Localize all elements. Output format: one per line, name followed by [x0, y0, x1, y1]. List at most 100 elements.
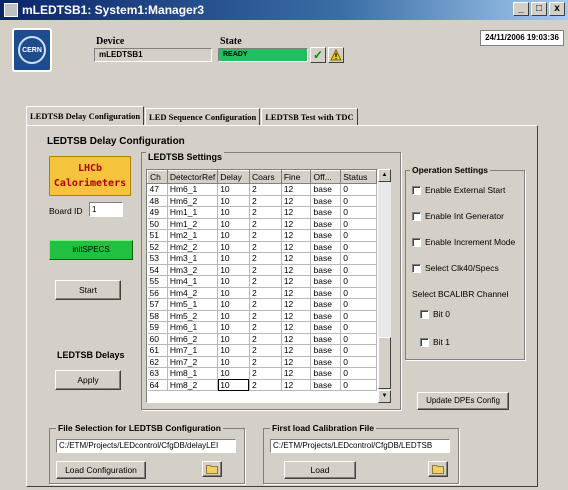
- bit-0-checkbox[interactable]: Bit 0: [420, 309, 450, 319]
- bit-1-checkbox[interactable]: Bit 1: [420, 337, 450, 347]
- cell-fine[interactable]: 12: [281, 206, 312, 219]
- cell-coars[interactable]: 2: [249, 333, 282, 345]
- cell-status[interactable]: 0: [340, 206, 377, 219]
- cell-delay[interactable]: 10: [217, 218, 250, 230]
- cell-offset[interactable]: base: [310, 367, 342, 380]
- cell-detectorref[interactable]: Hm6_2: [167, 195, 219, 207]
- cell-status[interactable]: 0: [340, 195, 377, 207]
- cell-fine[interactable]: 12: [281, 321, 312, 334]
- cell-coars[interactable]: 2: [249, 218, 282, 230]
- cell-coars[interactable]: 2: [249, 275, 282, 288]
- cell-detectorref[interactable]: Hm6_1: [167, 183, 219, 196]
- calibration-path-field[interactable]: C:/ETM/Projects/LEDcontrol/CfgDB/LEDTSB: [270, 439, 450, 453]
- cell-offset[interactable]: base: [310, 183, 342, 196]
- cell-coars[interactable]: 2: [249, 367, 282, 380]
- cell-offset[interactable]: base: [310, 298, 342, 311]
- cell-status[interactable]: 0: [340, 183, 377, 196]
- cell-ch[interactable]: 63: [147, 367, 168, 380]
- cell-detectorref[interactable]: Hm8_1: [167, 367, 219, 380]
- configuration-path-field[interactable]: C:/ETM/Projects/LEDcontrol/CfgDB/delayLE…: [56, 439, 236, 453]
- cell-detectorref[interactable]: Hm3_1: [167, 252, 219, 265]
- cell-offset[interactable]: base: [310, 218, 342, 230]
- cell-ch[interactable]: 57: [147, 298, 168, 311]
- checkbox-box[interactable]: [420, 309, 429, 319]
- cell-fine[interactable]: 12: [281, 252, 312, 265]
- table-row[interactable]: 60 Hm6_2 10 2 12 base 0: [147, 333, 377, 345]
- cell-coars[interactable]: 2: [249, 264, 282, 276]
- warning-button[interactable]: [328, 47, 344, 63]
- cell-offset[interactable]: base: [310, 356, 342, 368]
- cell-fine[interactable]: 12: [281, 298, 312, 311]
- cell-status[interactable]: 0: [340, 241, 377, 253]
- table-row[interactable]: 59 Hm6_1 10 2 12 base 0: [147, 321, 377, 334]
- enable-external-start-checkbox[interactable]: Enable External Start: [412, 185, 505, 195]
- scroll-down-button[interactable]: ▼: [378, 390, 391, 403]
- cell-fine[interactable]: 12: [281, 218, 312, 230]
- cell-detectorref[interactable]: Hm5_2: [167, 310, 219, 322]
- cell-offset[interactable]: base: [310, 241, 342, 253]
- cell-coars[interactable]: 2: [249, 241, 282, 253]
- cell-delay[interactable]: 10: [217, 344, 250, 357]
- start-button[interactable]: Start: [55, 280, 121, 300]
- cell-fine[interactable]: 12: [281, 275, 312, 288]
- cell-delay[interactable]: 10: [217, 206, 250, 219]
- cell-status[interactable]: 0: [340, 229, 377, 242]
- cell-coars[interactable]: 2: [249, 195, 282, 207]
- column-header-offset[interactable]: Off...: [310, 170, 342, 184]
- cell-coars[interactable]: 2: [249, 298, 282, 311]
- update-dpes-config-button[interactable]: Update DPEs Config: [417, 392, 509, 410]
- cell-delay[interactable]: 10: [217, 367, 250, 380]
- tab-ledtsb-delay-configuration[interactable]: LEDTSB Delay Configuration: [26, 106, 145, 126]
- cell-ch[interactable]: 51: [147, 229, 168, 242]
- tab-ledtsb-test-with-tdc[interactable]: LEDTSB Test with TDC: [261, 108, 358, 126]
- cell-coars[interactable]: 2: [249, 183, 282, 196]
- close-button[interactable]: x: [549, 2, 565, 16]
- cell-ch[interactable]: 47: [147, 183, 168, 196]
- cell-delay[interactable]: 10: [217, 356, 250, 368]
- table-row[interactable]: 51 Hm2_1 10 2 12 base 0: [147, 229, 377, 242]
- cell-fine[interactable]: 12: [281, 333, 312, 345]
- cell-fine[interactable]: 12: [281, 310, 312, 322]
- cell-offset[interactable]: base: [310, 206, 342, 219]
- cell-detectorref[interactable]: Hm7_1: [167, 344, 219, 357]
- cell-delay[interactable]: 10: [217, 275, 250, 288]
- cell-coars[interactable]: 2: [249, 310, 282, 322]
- cell-delay[interactable]: 10: [217, 321, 250, 334]
- cell-detectorref[interactable]: Hm2_1: [167, 229, 219, 242]
- maximize-button[interactable]: □: [531, 2, 547, 16]
- minimize-button[interactable]: _: [513, 2, 529, 16]
- cell-fine[interactable]: 12: [281, 229, 312, 242]
- table-row[interactable]: 55 Hm4_1 10 2 12 base 0: [147, 275, 377, 288]
- cell-delay[interactable]: 10: [217, 333, 250, 345]
- cell-fine[interactable]: 12: [281, 264, 312, 276]
- table-row[interactable]: 53 Hm3_1 10 2 12 base 0: [147, 252, 377, 265]
- cell-delay[interactable]: 10: [217, 252, 250, 265]
- cell-ch[interactable]: 55: [147, 275, 168, 288]
- cell-detectorref[interactable]: Hm1_2: [167, 218, 219, 230]
- checkbox-box[interactable]: [420, 337, 429, 347]
- cell-offset[interactable]: base: [310, 310, 342, 322]
- cell-fine[interactable]: 12: [281, 287, 312, 299]
- cell-offset[interactable]: base: [310, 344, 342, 357]
- cell-status[interactable]: 0: [340, 310, 377, 322]
- table-row[interactable]: 47 Hm6_1 10 2 12 base 0: [147, 183, 377, 196]
- scrollbar-thumb[interactable]: [378, 337, 391, 389]
- table-row[interactable]: 64 Hm8_2 10 2 12 base 0: [147, 379, 377, 391]
- select-clk40-specs-checkbox[interactable]: Select Clk40/Specs: [412, 263, 499, 273]
- cell-offset[interactable]: base: [310, 195, 342, 207]
- table-row[interactable]: 62 Hm7_2 10 2 12 base 0: [147, 356, 377, 368]
- cell-status[interactable]: 0: [340, 356, 377, 368]
- load-calibration-button[interactable]: Load: [284, 461, 356, 479]
- cell-status[interactable]: 0: [340, 218, 377, 230]
- cell-coars[interactable]: 2: [249, 356, 282, 368]
- cell-coars[interactable]: 2: [249, 252, 282, 265]
- cell-offset[interactable]: base: [310, 229, 342, 242]
- table-row[interactable]: 57 Hm5_1 10 2 12 base 0: [147, 298, 377, 311]
- cell-offset[interactable]: base: [310, 287, 342, 299]
- cell-coars[interactable]: 2: [249, 206, 282, 219]
- table-row[interactable]: 54 Hm3_2 10 2 12 base 0: [147, 264, 377, 276]
- cell-detectorref[interactable]: Hm7_2: [167, 356, 219, 368]
- cell-fine[interactable]: 12: [281, 183, 312, 196]
- check-state-button[interactable]: ✓: [310, 47, 326, 63]
- cell-offset[interactable]: base: [310, 275, 342, 288]
